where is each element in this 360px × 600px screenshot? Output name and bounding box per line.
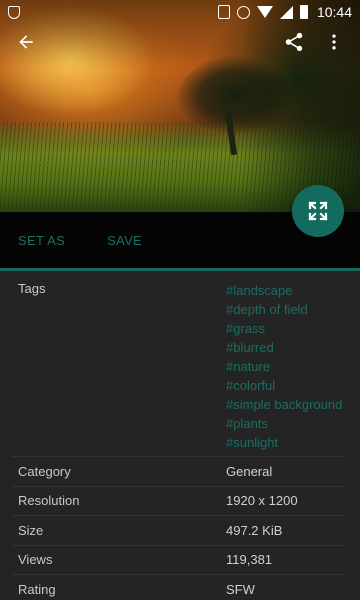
resolution-label: Resolution xyxy=(18,493,80,509)
rating-value: SFW xyxy=(226,582,255,598)
tag-link[interactable]: #depth of field xyxy=(226,300,344,319)
tag-link[interactable]: #landscape xyxy=(226,281,344,300)
more-vert-icon xyxy=(332,34,336,50)
status-time: 10:44 xyxy=(316,4,352,20)
tag-link[interactable]: #plants xyxy=(226,414,344,433)
tag-link[interactable]: #blurred xyxy=(226,338,344,357)
resolution-row: Resolution 1920 x 1200 xyxy=(12,487,344,516)
fullscreen-icon xyxy=(308,201,328,221)
alarm-icon xyxy=(236,5,250,19)
share-icon xyxy=(285,32,303,52)
arrow-back-icon xyxy=(19,35,33,49)
app-toolbar xyxy=(0,24,360,60)
resolution-value: 1920 x 1200 xyxy=(226,493,298,509)
tag-link[interactable]: #colorful xyxy=(226,376,344,395)
size-value: 497.2 KiB xyxy=(226,522,283,538)
views-label: Views xyxy=(18,552,53,568)
back-button[interactable] xyxy=(10,26,42,58)
share-button[interactable] xyxy=(278,26,310,58)
tag-link[interactable]: #nature xyxy=(226,357,344,376)
tag-link[interactable]: #sunlight xyxy=(226,433,344,452)
category-label: Category xyxy=(18,463,71,479)
wallpaper-details: Tags #landscape #depth of field #grass #… xyxy=(0,271,360,600)
category-value: General xyxy=(226,463,273,479)
rating-row: Rating SFW xyxy=(12,575,344,600)
status-bar: 10:44 xyxy=(0,0,360,24)
more-options-button[interactable] xyxy=(318,26,350,58)
save-button[interactable]: SAVE xyxy=(107,233,142,248)
signal-icon xyxy=(279,5,293,19)
tag-link[interactable]: #simple background xyxy=(226,395,344,414)
size-label: Size xyxy=(18,522,44,538)
category-row: Category General xyxy=(12,457,344,487)
fullscreen-button[interactable] xyxy=(292,185,344,237)
views-value: 119,381 xyxy=(226,552,273,568)
size-row: Size 497.2 KiB xyxy=(12,516,344,546)
shield-notification-icon xyxy=(8,5,20,19)
views-row: Views 119,381 xyxy=(12,546,344,575)
rating-label: Rating xyxy=(18,582,56,598)
set-as-button[interactable]: SET AS xyxy=(18,233,65,248)
wifi-icon xyxy=(256,6,273,18)
vibrate-icon xyxy=(217,5,230,19)
battery-icon xyxy=(299,5,308,19)
tag-link[interactable]: #grass xyxy=(226,319,344,338)
tags-row: Tags #landscape #depth of field #grass #… xyxy=(12,271,344,457)
tag-list: #landscape #depth of field #grass #blurr… xyxy=(226,281,344,452)
tags-label: Tags xyxy=(18,281,46,296)
